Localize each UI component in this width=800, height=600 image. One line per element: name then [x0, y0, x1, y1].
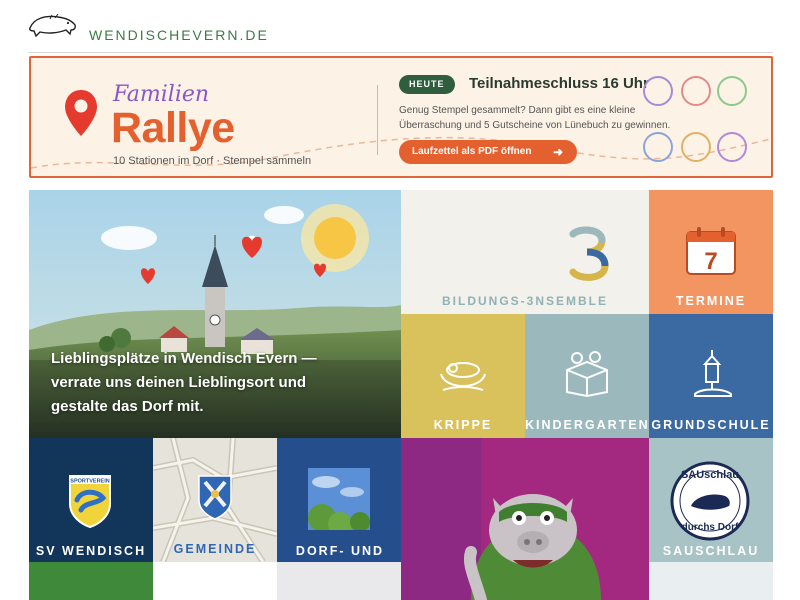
- familien-rallye-banner[interactable]: Familien Rallye 10 Stationen im Dorf · S…: [29, 56, 773, 178]
- sv-crest-text: SPORTVEREIN: [70, 479, 109, 485]
- sv-wendisch-evern-label: SV WENDISCH EVERN: [35, 544, 147, 558]
- calendar-day: 7: [704, 248, 717, 275]
- lieblingsplaetze-tile[interactable]: Lieblingsplätze in Wendisch Evern — verr…: [29, 190, 401, 438]
- banner-subtitle: 10 Stationen im Dorf · Stempel sammeln: [113, 155, 312, 167]
- map-pin-icon: [65, 90, 97, 136]
- kindergarten-label: KINDERGARTEN: [525, 418, 649, 432]
- grundschule-label: GRUNDSCHULE: [651, 418, 771, 432]
- gemeinde-tile[interactable]: GEMEINDE: [153, 438, 277, 562]
- stamp-circle: [643, 132, 673, 162]
- dorf-schulentwicklung-tile[interactable]: DORF- UND SCHULENTWICKLUNG: [277, 438, 401, 562]
- bildungs-ensemble-label: BILDUNGS-3NSEMBLE: [441, 294, 608, 308]
- header-divider: [28, 52, 773, 53]
- open-pdf-button-label: Laufzettel als PDF öffnen: [412, 146, 532, 157]
- banner-description: Genug Stempel gesammelt? Dann gibt es ei…: [399, 105, 671, 131]
- stamp-circle: [681, 76, 711, 106]
- number-three-icon: [569, 226, 609, 281]
- termine-tile[interactable]: 7 TERMINE: [649, 190, 773, 314]
- arrow-right-icon: ➜: [552, 145, 563, 159]
- open-pdf-button[interactable]: Laufzettel als PDF öffnen ➜: [399, 140, 577, 164]
- cradle-icon: [440, 362, 486, 391]
- krippe-label: KRIPPE: [433, 418, 493, 432]
- bottom-tile-green[interactable]: [29, 562, 153, 600]
- dorf-schulentwicklung-label: DORF- UND SCHULENTWICKLUNG: [295, 544, 385, 558]
- sauschlau-label: SAUSCHLAU DURCHS DORF: [662, 544, 760, 558]
- stamp-circle: [717, 132, 747, 162]
- calendar-icon: 7: [686, 227, 736, 275]
- mascot-tile[interactable]: [401, 438, 649, 600]
- stamp-circle: [717, 76, 747, 106]
- deadline-text: Teilnahmeschluss 16 Uhr: [469, 75, 649, 92]
- site-header: WENDISCHEVERN.DE: [0, 0, 800, 53]
- hero-text: Lieblingsplätze in Wendisch Evern — verr…: [51, 350, 317, 415]
- kindergarten-tile[interactable]: KINDERGARTEN: [525, 314, 649, 438]
- pig-mascot-illustration: [401, 438, 649, 600]
- bottom-tile-light[interactable]: [277, 562, 401, 600]
- boar-logo-icon[interactable]: [28, 10, 78, 40]
- sv-wendisch-evern-tile[interactable]: SPORTVEREIN SV WENDISCH EVERN: [29, 438, 153, 562]
- gemeinde-label: GEMEINDE: [173, 542, 257, 556]
- sv-crest-icon: SPORTVEREIN: [69, 475, 111, 528]
- sauschlau-badge-icon: SAUschlau durchs Dorf: [670, 461, 750, 541]
- school-bell-tower-icon: [694, 350, 732, 397]
- today-badge: HEUTE: [399, 75, 455, 94]
- bottom-tile-white[interactable]: [153, 562, 277, 600]
- sauschlau-badge-top: SAUschlau: [681, 469, 739, 481]
- tree-sky-photo: [308, 468, 370, 530]
- banner-divider: [377, 85, 378, 155]
- krippe-tile[interactable]: KRIPPE: [401, 314, 525, 438]
- gemeinde-coat-of-arms-icon: [198, 475, 232, 520]
- banner-title: Rallye: [111, 104, 235, 152]
- site-name[interactable]: WENDISCHEVERN.DE: [89, 27, 269, 43]
- stamp-circle: [643, 76, 673, 106]
- grundschule-tile[interactable]: GRUNDSCHULE: [649, 314, 773, 438]
- bottom-tile-light-right[interactable]: [649, 562, 773, 600]
- sauschlau-badge-bottom: durchs Dorf: [682, 522, 739, 533]
- sauschlau-tile[interactable]: SAUschlau durchs Dorf SAUSCHLAU DURCHS D…: [649, 438, 773, 562]
- stamp-circle: [681, 132, 711, 162]
- bildungs-ensemble-tile[interactable]: BILDUNGS-3NSEMBLE: [401, 190, 649, 314]
- toy-box-icon: [566, 351, 608, 398]
- termine-label: TERMINE: [675, 294, 747, 308]
